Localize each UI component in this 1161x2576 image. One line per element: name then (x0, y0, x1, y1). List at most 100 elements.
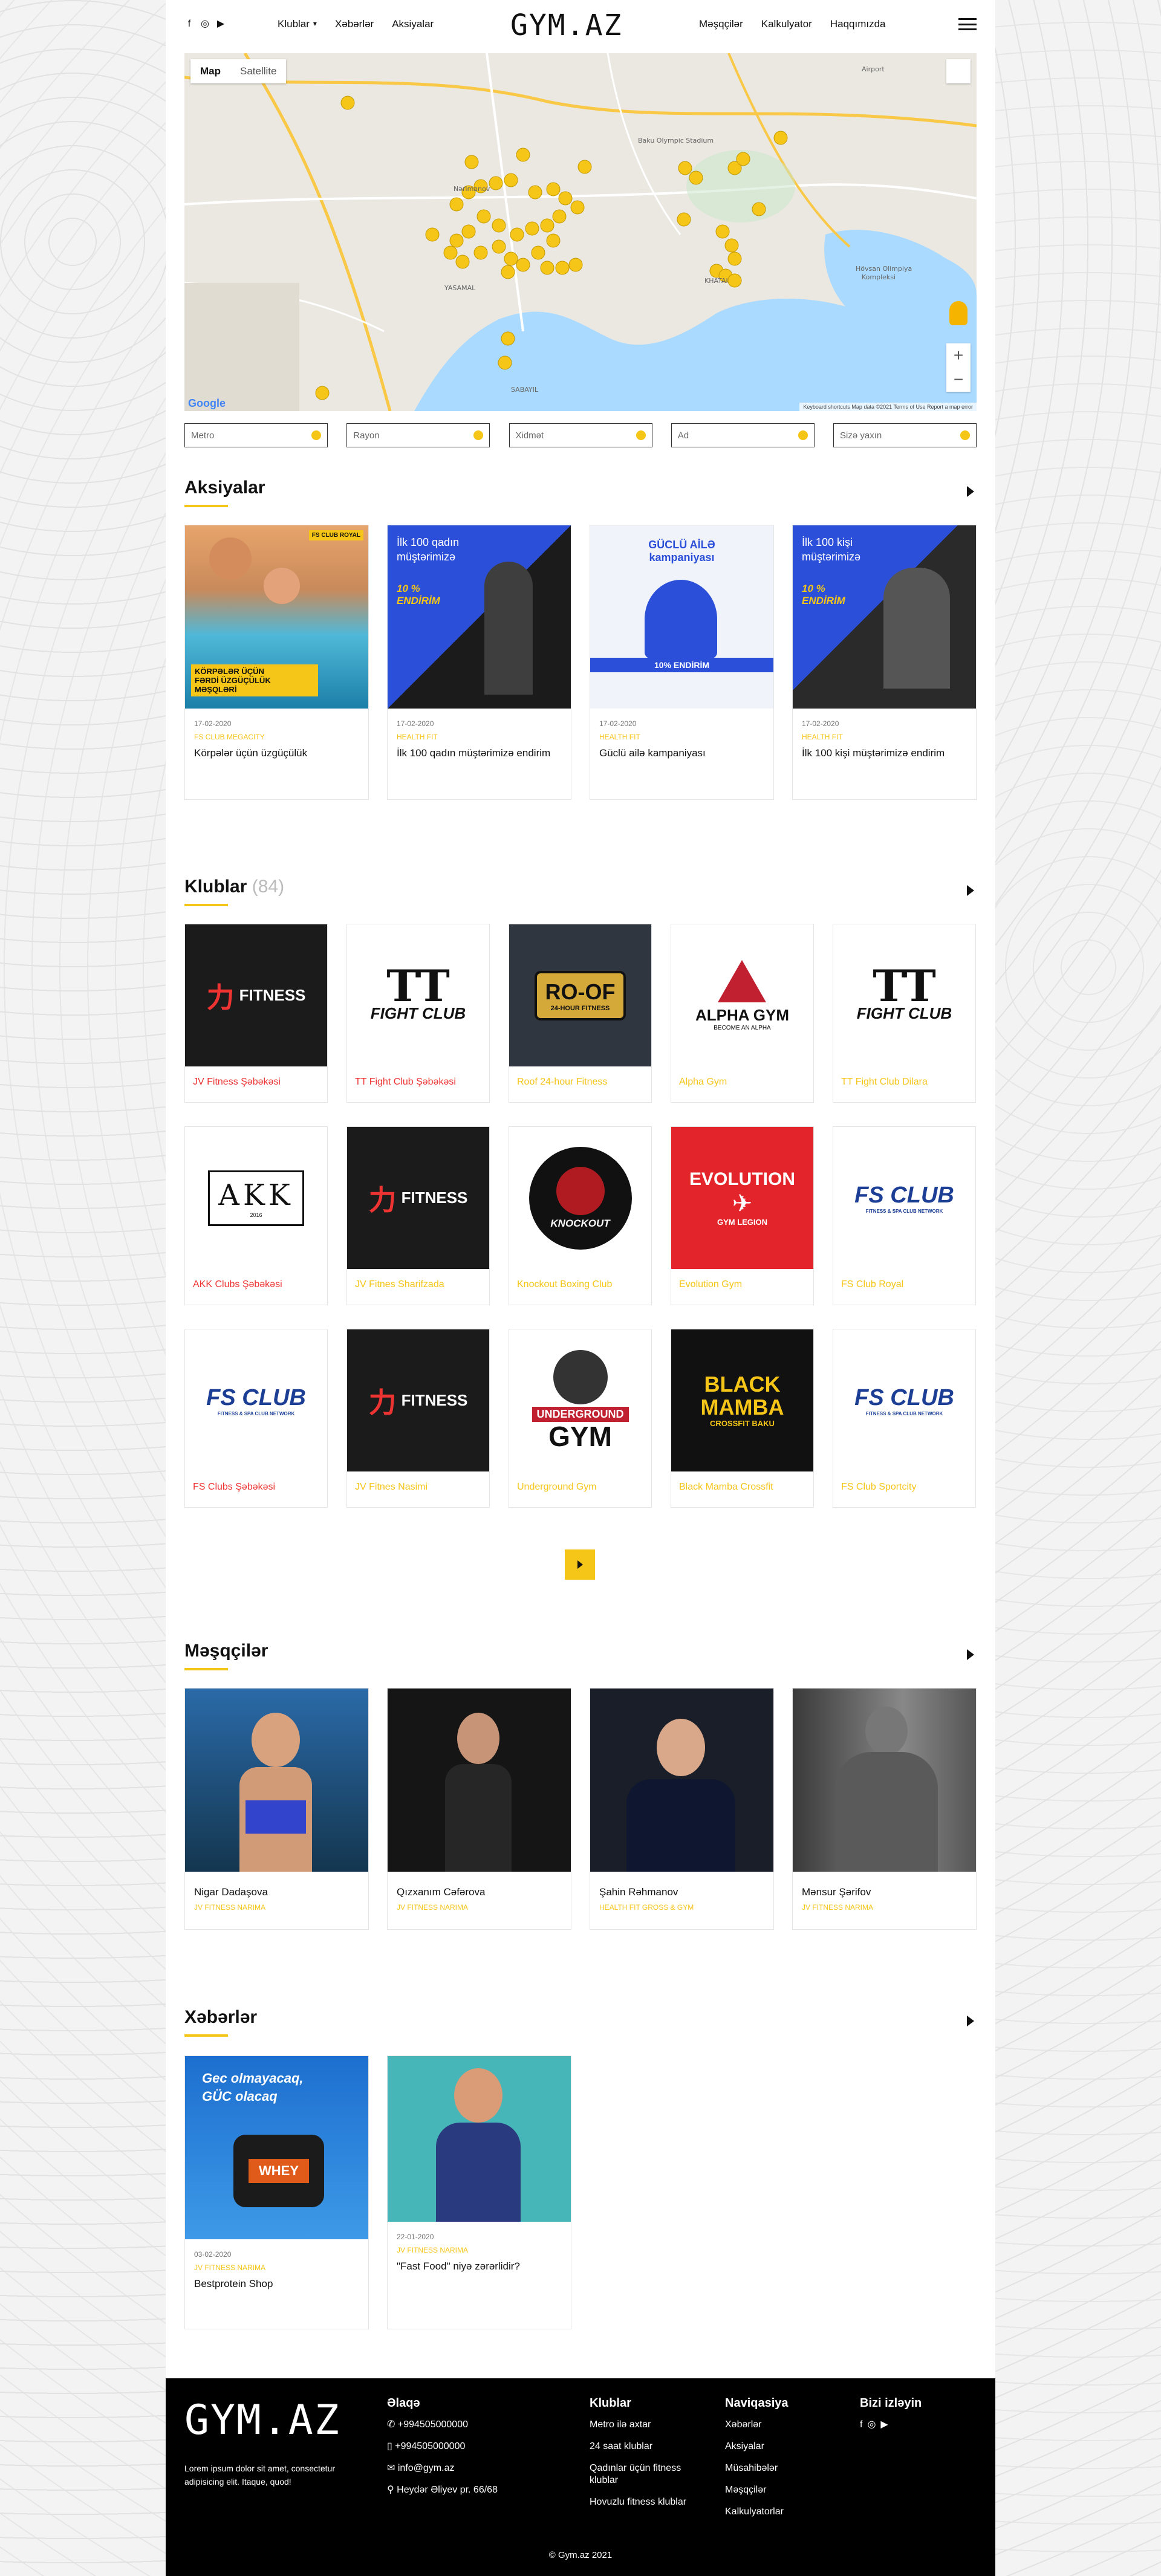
chevron-down-icon[interactable]: ▾ (313, 19, 317, 30)
club-card[interactable]: 力 FITNESS JV Fitnes Sharifzada (346, 1126, 490, 1305)
footer-logo[interactable]: GYM.AZ (184, 2396, 340, 2444)
promo-title[interactable]: İlk 100 kişi müştərimizə endirim (802, 746, 967, 761)
club-card[interactable]: EVOLUTION ✈ GYM LEGION Evolution Gym (671, 1126, 814, 1305)
club-name[interactable]: TT Fight Club Şəbəkəsi (347, 1066, 489, 1102)
site-logo[interactable]: GYM.AZ (510, 8, 622, 42)
footer-link[interactable]: Məşqçilər (725, 2484, 789, 2496)
club-card[interactable]: FS CLUB FITNESS & SPA CLUB NETWORK FS Club… (833, 1329, 976, 1508)
news-card[interactable]: 22-01-2020 JV FITNESS NARIMA "Fast Food"… (387, 2055, 571, 2329)
street-view-icon[interactable] (949, 301, 968, 325)
nav-klublar[interactable]: Klublar (278, 18, 310, 30)
club-name[interactable]: Black Mamba Crossfit (671, 1471, 813, 1507)
footer-link[interactable]: 24 saat klublar (590, 2441, 698, 2453)
footer-phone[interactable]: ▯ +994505000000 (387, 2441, 498, 2453)
chevron-right-icon[interactable] (967, 885, 974, 896)
filter-xidmet[interactable]: Xidmət (509, 423, 652, 447)
map-tab[interactable]: Map (190, 59, 230, 83)
nav-xeberler[interactable]: Xəbərlər (335, 18, 374, 30)
nav-kalkulyator[interactable]: Kalkulyator (761, 18, 812, 30)
map-canvas[interactable]: Baku Olympic Stadium Nərimanov YASAMAL K… (184, 53, 977, 411)
club-card[interactable]: AKK 2016 AKK Clubs Şəbəkəsi (184, 1126, 328, 1305)
club-name[interactable]: TT Fight Club Dilara (833, 1066, 975, 1102)
footer-link[interactable]: Kalkulyatorlar (725, 2506, 789, 2518)
club-name[interactable]: Evolution Gym (671, 1269, 813, 1305)
address-text: Heydər Əliyev pr. 66/68 (397, 2485, 498, 2495)
promo-card[interactable]: FS CLUB ROYAL KÖRPƏLƏR ÜÇÜN FƏRDİ ÜZGÜÇÜ… (184, 525, 369, 800)
footer-link[interactable]: Xəbərlər (725, 2419, 789, 2431)
club-card[interactable]: BLACK MAMBA CROSSFIT BAKU Black Mamba Cros… (671, 1329, 814, 1508)
filter-rayon[interactable]: Rayon (346, 423, 490, 447)
coach-card[interactable]: Qızxanım Cəfərova JV FITNESS NARIMA (387, 1688, 571, 1930)
club-name[interactable]: FS Club Royal (833, 1269, 975, 1305)
satellite-tab[interactable]: Satellite (230, 59, 286, 83)
footer-link[interactable]: Metro ilə axtar (590, 2419, 698, 2431)
coach-card[interactable]: Mənsur Şərifov JV FITNESS NARIMA (792, 1688, 977, 1930)
club-card[interactable]: FS CLUB FITNESS & SPA CLUB NETWORK FS Club… (184, 1329, 328, 1508)
footer-link[interactable]: Aksiyalar (725, 2441, 789, 2453)
menu-icon[interactable] (958, 18, 977, 30)
zoom-in-button[interactable]: + (946, 343, 971, 368)
next-page-button[interactable] (565, 1549, 595, 1580)
club-card[interactable]: 力 FITNESS JV Fitness Şəbəkəsi (184, 924, 328, 1103)
club-name[interactable]: FS Club Sportcity (833, 1471, 975, 1507)
coach-name[interactable]: Nigar Dadaşova (194, 1885, 359, 1900)
nav-aksiyalar[interactable]: Aksiyalar (392, 18, 434, 30)
club-card[interactable]: KNOCKOUT Knockout Boxing Club (509, 1126, 652, 1305)
promo-card[interactable]: İlk 100 qadın müştərimizə 10 % ENDİRİM 1… (387, 525, 571, 800)
header: f ◎ ▶ Klublar ▾ Xəbərlər Aksiyalar GYM.A… (166, 0, 995, 53)
club-name[interactable]: JV Fitness Şəbəkəsi (185, 1066, 327, 1102)
nav-right: Məşqçilər Kalkulyator Haqqımızda (699, 18, 886, 30)
news-title[interactable]: "Fast Food" niyə zərərlidir? (397, 2259, 562, 2274)
club-name[interactable]: Roof 24-hour Fitness (509, 1066, 651, 1102)
filter-ad[interactable]: Ad (671, 423, 815, 447)
chevron-right-icon[interactable] (967, 2016, 974, 2026)
promo-title[interactable]: İlk 100 qadın müştərimizə endirim (397, 746, 562, 761)
promo-title[interactable]: Güclü ailə kampaniyası (599, 746, 764, 761)
chevron-right-icon[interactable] (967, 1649, 974, 1660)
club-name[interactable]: JV Fitnes Nasimi (347, 1471, 489, 1507)
zoom-out-button[interactable]: − (946, 368, 971, 392)
promo-card[interactable]: GÜCLÜ AİLƏ kampaniyası 10% ENDİRİM 17-02… (590, 525, 774, 800)
filter-metro[interactable]: Metro (184, 423, 328, 447)
club-name[interactable]: AKK Clubs Şəbəkəsi (185, 1269, 327, 1305)
club-card[interactable]: TT FIGHT CLUB TT Fight Club Dilara (833, 924, 976, 1103)
club-name[interactable]: FS Clubs Şəbəkəsi (185, 1471, 327, 1507)
club-card[interactable]: 力 FITNESS JV Fitnes Nasimi (346, 1329, 490, 1508)
club-card[interactable]: ALPHA GYM BECOME AN ALPHA Alpha Gym (671, 924, 814, 1103)
coach-name[interactable]: Şahin Rəhmanov (599, 1885, 764, 1900)
nav-mesqciler[interactable]: Məşqçilər (699, 18, 743, 30)
instagram-icon[interactable]: ◎ (867, 2419, 876, 2431)
promo-card[interactable]: İlk 100 kişi müştərimizə 10 % ENDİRİM 17… (792, 525, 977, 800)
map-footer[interactable]: Keyboard shortcuts Map data ©2021 Terms … (799, 403, 977, 411)
facebook-icon[interactable]: f (184, 19, 194, 29)
chevron-right-icon[interactable] (967, 486, 974, 497)
footer-link[interactable]: Müsahibələr (725, 2462, 789, 2474)
fullscreen-icon[interactable] (946, 59, 971, 83)
club-name[interactable]: Knockout Boxing Club (509, 1269, 651, 1305)
club-card[interactable]: UNDERGROUND GYM Underground Gym (509, 1329, 652, 1508)
club-name[interactable]: JV Fitnes Sharifzada (347, 1269, 489, 1305)
instagram-icon[interactable]: ◎ (200, 19, 210, 29)
nav-haqqimizda[interactable]: Haqqımızda (830, 18, 886, 30)
filter-nearby[interactable]: Sizə yaxın (833, 423, 977, 447)
coach-card[interactable]: Nigar Dadaşova JV FITNESS NARIMA (184, 1688, 369, 1930)
coach-name[interactable]: Qızxanım Cəfərova (397, 1885, 562, 1900)
coach-name[interactable]: Mənsur Şərifov (802, 1885, 967, 1900)
clubs-map[interactable]: Baku Olympic Stadium Nərimanov YASAMAL K… (184, 53, 977, 411)
news-title[interactable]: Bestprotein Shop (194, 2277, 359, 2291)
footer-link[interactable]: Qadınlar üçün fitness klublar (590, 2462, 698, 2487)
news-card[interactable]: Gec olmayacaq, GÜC olacaq WHEY 03-02-202… (184, 2055, 369, 2329)
club-card[interactable]: FS CLUB FITNESS & SPA CLUB NETWORK FS Club… (833, 1126, 976, 1305)
club-name[interactable]: Underground Gym (509, 1471, 651, 1507)
club-card[interactable]: RO-OF 24-HOUR FITNESS Roof 24-hour Fitness (509, 924, 652, 1103)
coach-card[interactable]: Şahin Rəhmanov HEALTH FIT GROSS & GYM (590, 1688, 774, 1930)
facebook-icon[interactable]: f (860, 2419, 862, 2431)
youtube-icon[interactable]: ▶ (880, 2419, 888, 2431)
footer-email[interactable]: ✉ info@gym.az (387, 2462, 498, 2474)
promo-title[interactable]: Körpələr üçün üzgüçülük (194, 746, 359, 761)
footer-phone[interactable]: ✆ +994505000000 (387, 2419, 498, 2431)
club-name[interactable]: Alpha Gym (671, 1066, 813, 1102)
club-card[interactable]: TT FIGHT CLUB TT Fight Club Şəbəkəsi (346, 924, 490, 1103)
youtube-icon[interactable]: ▶ (216, 19, 226, 29)
footer-link[interactable]: Hovuzlu fitness klublar (590, 2496, 698, 2508)
